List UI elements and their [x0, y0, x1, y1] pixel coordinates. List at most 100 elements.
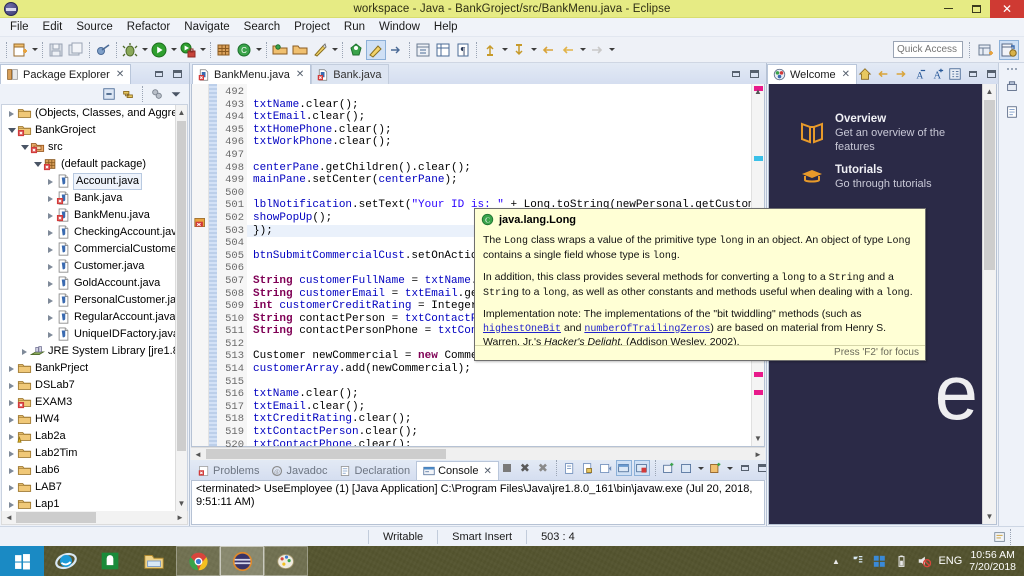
menu-edit[interactable]: Edit [36, 19, 70, 35]
tab-bank-java[interactable]: Bank.java [311, 64, 389, 84]
show-console-on-output-icon[interactable] [598, 460, 614, 476]
show-hidden-icons-icon[interactable]: ▲ [828, 554, 843, 569]
minimize-view-icon[interactable] [151, 66, 167, 82]
maximize-welcome-icon[interactable] [983, 66, 999, 82]
welcome-vertical-scrollbar[interactable]: ▲ ▼ [982, 84, 996, 524]
quick-access-input[interactable] [893, 41, 963, 58]
open-type-icon[interactable] [270, 40, 290, 60]
view-menu-filter-icon[interactable] [149, 86, 165, 102]
code-line[interactable] [247, 149, 751, 162]
collapse-arrow-icon[interactable] [6, 128, 17, 133]
home-icon[interactable] [857, 66, 873, 82]
code-line[interactable] [247, 86, 751, 99]
expand-arrow-icon[interactable] [45, 195, 56, 202]
scroll-up-icon[interactable]: ▲ [983, 84, 996, 99]
collapse-arrow-icon[interactable] [19, 145, 30, 150]
tree-item[interactable]: Lab6 [2, 462, 187, 479]
tab-welcome[interactable]: Welcome ✕ [767, 64, 858, 84]
java-perspective-button[interactable] [999, 39, 1019, 60]
code-line[interactable] [247, 376, 751, 389]
welcome-item-overview[interactable]: Overview Get an overview of the features [799, 112, 982, 154]
new-console-dropdown-icon[interactable] [726, 458, 735, 478]
customize-page-icon[interactable] [947, 66, 963, 82]
javadoc-hover-tooltip[interactable]: C java.lang.Long The Long class wraps a … [474, 208, 926, 361]
search-dropdown-icon[interactable] [330, 40, 339, 60]
code-line[interactable]: customerArray.add(newCommercial); [247, 363, 751, 376]
close-icon[interactable]: ✕ [116, 69, 124, 80]
welcome-item-tutorials[interactable]: Tutorials Go through tutorials [799, 163, 932, 191]
close-icon[interactable]: ✕ [296, 69, 304, 80]
code-line[interactable]: txtHomePhone.clear(); [247, 124, 751, 137]
new-wizard-icon[interactable] [10, 40, 30, 60]
toggle-breakpoint-icon[interactable] [93, 40, 113, 60]
project-tree[interactable]: (Objects, Classes, and Aggregation BankGr… [1, 104, 188, 511]
run-dropdown-icon[interactable] [169, 40, 178, 60]
next-annotation-icon[interactable] [386, 40, 406, 60]
maximize-button[interactable] [962, 0, 990, 18]
debug-dropdown-icon[interactable] [140, 40, 149, 60]
tree-item[interactable]: BankGroject [2, 122, 187, 139]
smart-insert-icon[interactable] [993, 530, 1007, 544]
menu-refactor[interactable]: Refactor [120, 19, 177, 35]
start-button[interactable] [0, 546, 44, 576]
tree-item[interactable]: HW4 [2, 411, 187, 428]
display-selected-console-icon[interactable] [633, 460, 650, 476]
maximize-editor-icon[interactable] [746, 66, 762, 82]
menu-navigate[interactable]: Navigate [177, 19, 236, 35]
close-icon[interactable]: ✕ [842, 69, 850, 80]
open-task-icon[interactable] [346, 40, 366, 60]
code-line[interactable]: txtEmail.clear(); [247, 111, 751, 124]
code-line[interactable]: txtEmail.clear(); [247, 401, 751, 414]
clock[interactable]: 10:56 AM 7/20/2018 [969, 549, 1016, 573]
close-icon[interactable]: ✕ [483, 466, 491, 477]
forward-dropdown-icon[interactable] [607, 40, 616, 60]
tree-item[interactable]: BankMenu.java [2, 207, 187, 224]
battery-icon[interactable] [894, 554, 909, 569]
minimize-editor-icon[interactable] [728, 66, 744, 82]
tree-item[interactable]: LAB7 [2, 479, 187, 496]
tree-item[interactable]: Account.java [2, 173, 187, 190]
collapse-all-icon[interactable] [101, 86, 117, 102]
expand-arrow-icon[interactable] [6, 416, 17, 423]
code-line[interactable] [247, 187, 751, 200]
tab-console[interactable]: Console ✕ [416, 461, 499, 480]
menu-search[interactable]: Search [237, 19, 287, 35]
scroll-down-icon[interactable]: ▼ [983, 509, 996, 524]
scroll-left-icon[interactable]: ◄ [191, 450, 205, 459]
tab-declaration[interactable]: Declaration [333, 461, 416, 480]
taskbar-chrome-icon[interactable] [176, 546, 220, 576]
tree-item[interactable]: EXAM3 [2, 394, 187, 411]
expand-arrow-icon[interactable] [45, 314, 56, 321]
show-whitespace-icon[interactable]: ¶ [453, 40, 473, 60]
forward-history-icon[interactable] [558, 40, 578, 60]
run-icon[interactable] [149, 40, 169, 60]
taskbar-eclipse-icon[interactable] [220, 546, 264, 576]
new-console-view-icon[interactable] [708, 460, 724, 476]
scroll-up-icon[interactable]: ▲ [176, 105, 187, 120]
overview-error-marker[interactable] [754, 390, 763, 395]
view-menu-icon[interactable] [168, 86, 184, 102]
expand-arrow-icon[interactable] [19, 348, 30, 355]
minimize-button[interactable] [934, 0, 962, 18]
code-line[interactable]: txtWorkPhone.clear(); [247, 136, 751, 149]
scroll-down-icon[interactable]: ▼ [176, 496, 187, 511]
remove-all-launches-icon[interactable]: ✖ [535, 460, 551, 476]
tree-item[interactable]: RegularAccount.java [2, 309, 187, 326]
tab-bankmenu-java[interactable]: BankMenu.java ✕ [192, 64, 312, 84]
collapse-arrow-icon[interactable] [32, 162, 43, 167]
new-editor-icon[interactable] [413, 40, 433, 60]
clear-console-icon[interactable] [562, 460, 578, 476]
pin-console-icon[interactable] [615, 460, 632, 476]
console-output[interactable]: <terminated> UseEmployee (1) [Java Appli… [191, 480, 765, 525]
code-line[interactable]: txtName.clear(); [247, 388, 751, 401]
tree-item[interactable]: Lap1 [2, 496, 187, 511]
tree-item[interactable]: UniqueIDFactory.java [2, 326, 187, 343]
expand-arrow-icon[interactable] [45, 263, 56, 270]
scroll-down-icon[interactable]: ▼ [752, 431, 764, 446]
decrease-font-icon[interactable]: A [911, 66, 927, 82]
expand-arrow-icon[interactable] [45, 212, 56, 219]
editor-horizontal-scrollbar[interactable]: ◄ ► [191, 447, 765, 460]
tab-javadoc[interactable]: @ Javadoc [265, 461, 333, 480]
menu-project[interactable]: Project [287, 19, 337, 35]
scroll-up-icon[interactable]: ▲ [752, 84, 764, 99]
